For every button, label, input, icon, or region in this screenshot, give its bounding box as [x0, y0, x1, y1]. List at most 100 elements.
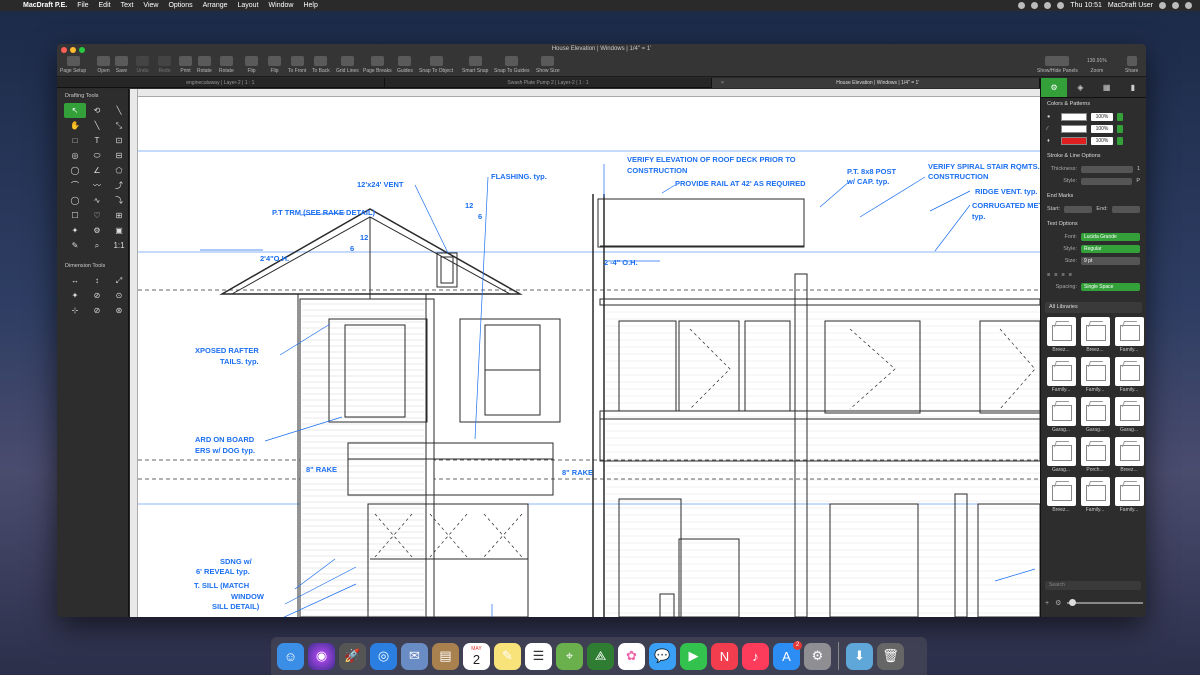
- fill-opacity-stepper[interactable]: [1117, 113, 1123, 121]
- drafting-tool-0-icon[interactable]: ↖: [64, 103, 86, 118]
- layers-tab-icon[interactable]: ◈: [1067, 78, 1093, 97]
- menu-clock[interactable]: Thu 10:51: [1070, 2, 1102, 9]
- annotation-label[interactable]: PROVIDE RAIL AT 42' AS REQUIRED: [675, 179, 806, 188]
- dimension-tool-4-icon[interactable]: ⊘: [86, 288, 108, 303]
- toolbar-button-flip[interactable]: Flip: [268, 56, 281, 74]
- drafting-tool-4-icon[interactable]: ╲: [86, 118, 108, 133]
- drafting-tool-1-icon[interactable]: ⟲: [86, 103, 108, 118]
- maps-icon[interactable]: ⌖: [556, 642, 583, 670]
- annotation-label[interactable]: ARD ON BOARD: [195, 435, 254, 444]
- toolbar-button-save[interactable]: Save: [115, 56, 128, 74]
- library-item[interactable]: Family...: [1113, 317, 1145, 355]
- doc-tab-house-elevation[interactable]: ✕ House Elevation | Windows | 1/4" = 1': [712, 78, 1041, 88]
- annotation-label[interactable]: VERIFY ELEVATION OF ROOF DECK PRIOR TO: [627, 155, 796, 164]
- annotation-label[interactable]: ERS w/ DOG typ.: [195, 446, 255, 455]
- slider-knob[interactable]: [1069, 599, 1077, 606]
- annotation-label[interactable]: 12: [465, 201, 473, 210]
- calendar-icon[interactable]: MAY 2: [463, 642, 490, 670]
- drafting-tool-25-icon[interactable]: ⚙: [86, 223, 108, 238]
- drafting-tool-5-icon[interactable]: ⤡: [108, 118, 130, 133]
- end-mark-select[interactable]: [1111, 205, 1141, 213]
- battery-icon[interactable]: [1057, 2, 1065, 9]
- dimension-tool-0-icon[interactable]: ↔: [64, 273, 86, 288]
- annotation-label[interactable]: TAILS. typ.: [220, 357, 259, 366]
- drafting-tool-6-icon[interactable]: □: [64, 133, 86, 148]
- library-item[interactable]: Breez...: [1045, 317, 1077, 355]
- drafting-tool-27-icon[interactable]: ✎: [64, 238, 86, 253]
- annotation-label[interactable]: 6: [350, 244, 354, 253]
- library-item[interactable]: Garag...: [1045, 437, 1077, 475]
- reminders-icon[interactable]: ☰: [525, 642, 552, 670]
- dimension-tool-8-icon[interactable]: ⊛: [108, 303, 130, 318]
- drafting-tool-8-icon[interactable]: ⊡: [108, 133, 130, 148]
- library-item[interactable]: Garag...: [1113, 397, 1145, 435]
- toolbar-button-snap-to-object[interactable]: Snap To Object: [419, 56, 453, 74]
- annotation-label[interactable]: w/ CAP. typ.: [847, 177, 889, 186]
- align-center-icon[interactable]: ≡: [1054, 272, 1057, 278]
- menu-help[interactable]: Help: [298, 2, 322, 9]
- library-item[interactable]: Breez...: [1079, 317, 1111, 355]
- drafting-tool-16-icon[interactable]: 〰: [86, 178, 108, 193]
- align-left-icon[interactable]: ≡: [1047, 272, 1050, 278]
- menu-layout[interactable]: Layout: [233, 2, 264, 9]
- close-tab-icon[interactable]: ✕: [720, 78, 724, 88]
- drawing-canvas[interactable]: 12'x24' VENT FLASHING. typ. VERIFY ELEVATI…: [130, 89, 1040, 617]
- drafting-tool-21-icon[interactable]: ☐: [64, 208, 86, 223]
- annotation-label[interactable]: CONSTRUCTION: [928, 172, 988, 181]
- properties-tab-icon[interactable]: ⚙: [1041, 78, 1068, 97]
- menu-text[interactable]: Text: [116, 2, 139, 9]
- photos-icon[interactable]: ✿: [618, 642, 645, 670]
- drafting-tool-14-icon[interactable]: ⬠: [108, 163, 130, 178]
- dimension-tool-1-icon[interactable]: ↕: [86, 273, 108, 288]
- library-item[interactable]: Porch...: [1079, 437, 1111, 475]
- annotation-label[interactable]: typ.: [972, 212, 985, 221]
- annotation-label[interactable]: 6: [478, 212, 482, 221]
- toolbar-button-to-front[interactable]: To Front: [288, 56, 306, 74]
- chart-tab-icon[interactable]: ▮: [1120, 78, 1146, 97]
- text-style-select[interactable]: Regular: [1081, 245, 1140, 253]
- library-select[interactable]: All Libraries: [1045, 302, 1142, 313]
- drafting-tool-15-icon[interactable]: ⌒: [64, 178, 86, 193]
- siri-icon[interactable]: ◉: [308, 642, 335, 670]
- drafting-tool-2-icon[interactable]: ╲: [108, 103, 130, 118]
- menu-file[interactable]: File: [72, 2, 93, 9]
- annotation-label[interactable]: WINDOW: [231, 592, 264, 601]
- downloads-folder-icon[interactable]: ⬇: [846, 642, 873, 670]
- library-search-input[interactable]: Search: [1045, 581, 1141, 590]
- toolbar-button-redo[interactable]: Redo: [158, 56, 171, 74]
- toolbar-button-show-size[interactable]: Show Size: [536, 56, 560, 74]
- stroke-opacity[interactable]: 100%: [1091, 137, 1113, 145]
- toolbar-button-print[interactable]: Print: [179, 56, 192, 74]
- menu-app-name[interactable]: MacDraft P.E.: [18, 2, 72, 9]
- dimension-tool-7-icon[interactable]: ⊘: [86, 303, 108, 318]
- status-icon[interactable]: [1018, 2, 1026, 9]
- menu-window[interactable]: Window: [264, 2, 299, 9]
- library-item[interactable]: Family...: [1113, 477, 1145, 515]
- library-item[interactable]: Family...: [1079, 477, 1111, 515]
- thickness-select[interactable]: [1081, 165, 1133, 173]
- drafting-tool-3-icon[interactable]: ✋: [64, 118, 86, 133]
- show-hide-panels-button[interactable]: Show/Hide Panels: [1037, 56, 1078, 74]
- drafting-tool-23-icon[interactable]: ⊞: [108, 208, 130, 223]
- share-button[interactable]: Share: [1125, 56, 1138, 74]
- library-item[interactable]: Family...: [1079, 357, 1111, 395]
- toolbar-button-page-setup[interactable]: Page Setup: [60, 56, 86, 74]
- spotlight-icon[interactable]: [1159, 2, 1166, 9]
- drafting-tool-10-icon[interactable]: ⬭: [86, 148, 108, 163]
- menu-edit[interactable]: Edit: [94, 2, 116, 9]
- app-store-icon[interactable]: A2: [773, 640, 802, 670]
- annotation-label[interactable]: P.T. 8x8 POST: [847, 167, 896, 176]
- annotation-label[interactable]: SDNG w/: [220, 557, 252, 566]
- annotation-label[interactable]: 6' REVEAL typ.: [196, 567, 250, 576]
- fill-swatch[interactable]: [1061, 113, 1087, 121]
- toolbar-button-snap-to-guides[interactable]: Snap To Guides: [494, 56, 530, 74]
- zoom-control[interactable]: 130.91% Zoom: [1087, 56, 1107, 74]
- safari-icon[interactable]: ◎: [370, 642, 397, 670]
- dimension-tool-5-icon[interactable]: ⊙: [108, 288, 130, 303]
- toolbar-button-grid-lines[interactable]: Grid Lines: [336, 56, 359, 74]
- annotation-label[interactable]: P.T TRM (SEE RAKE DETAIL): [272, 208, 375, 217]
- drafting-tool-12-icon[interactable]: ◯: [64, 163, 86, 178]
- notes-icon[interactable]: ✎: [494, 642, 521, 670]
- toolbar-button-rotate[interactable]: Rotate: [219, 56, 234, 74]
- toolbar-button-open[interactable]: Open: [97, 56, 110, 74]
